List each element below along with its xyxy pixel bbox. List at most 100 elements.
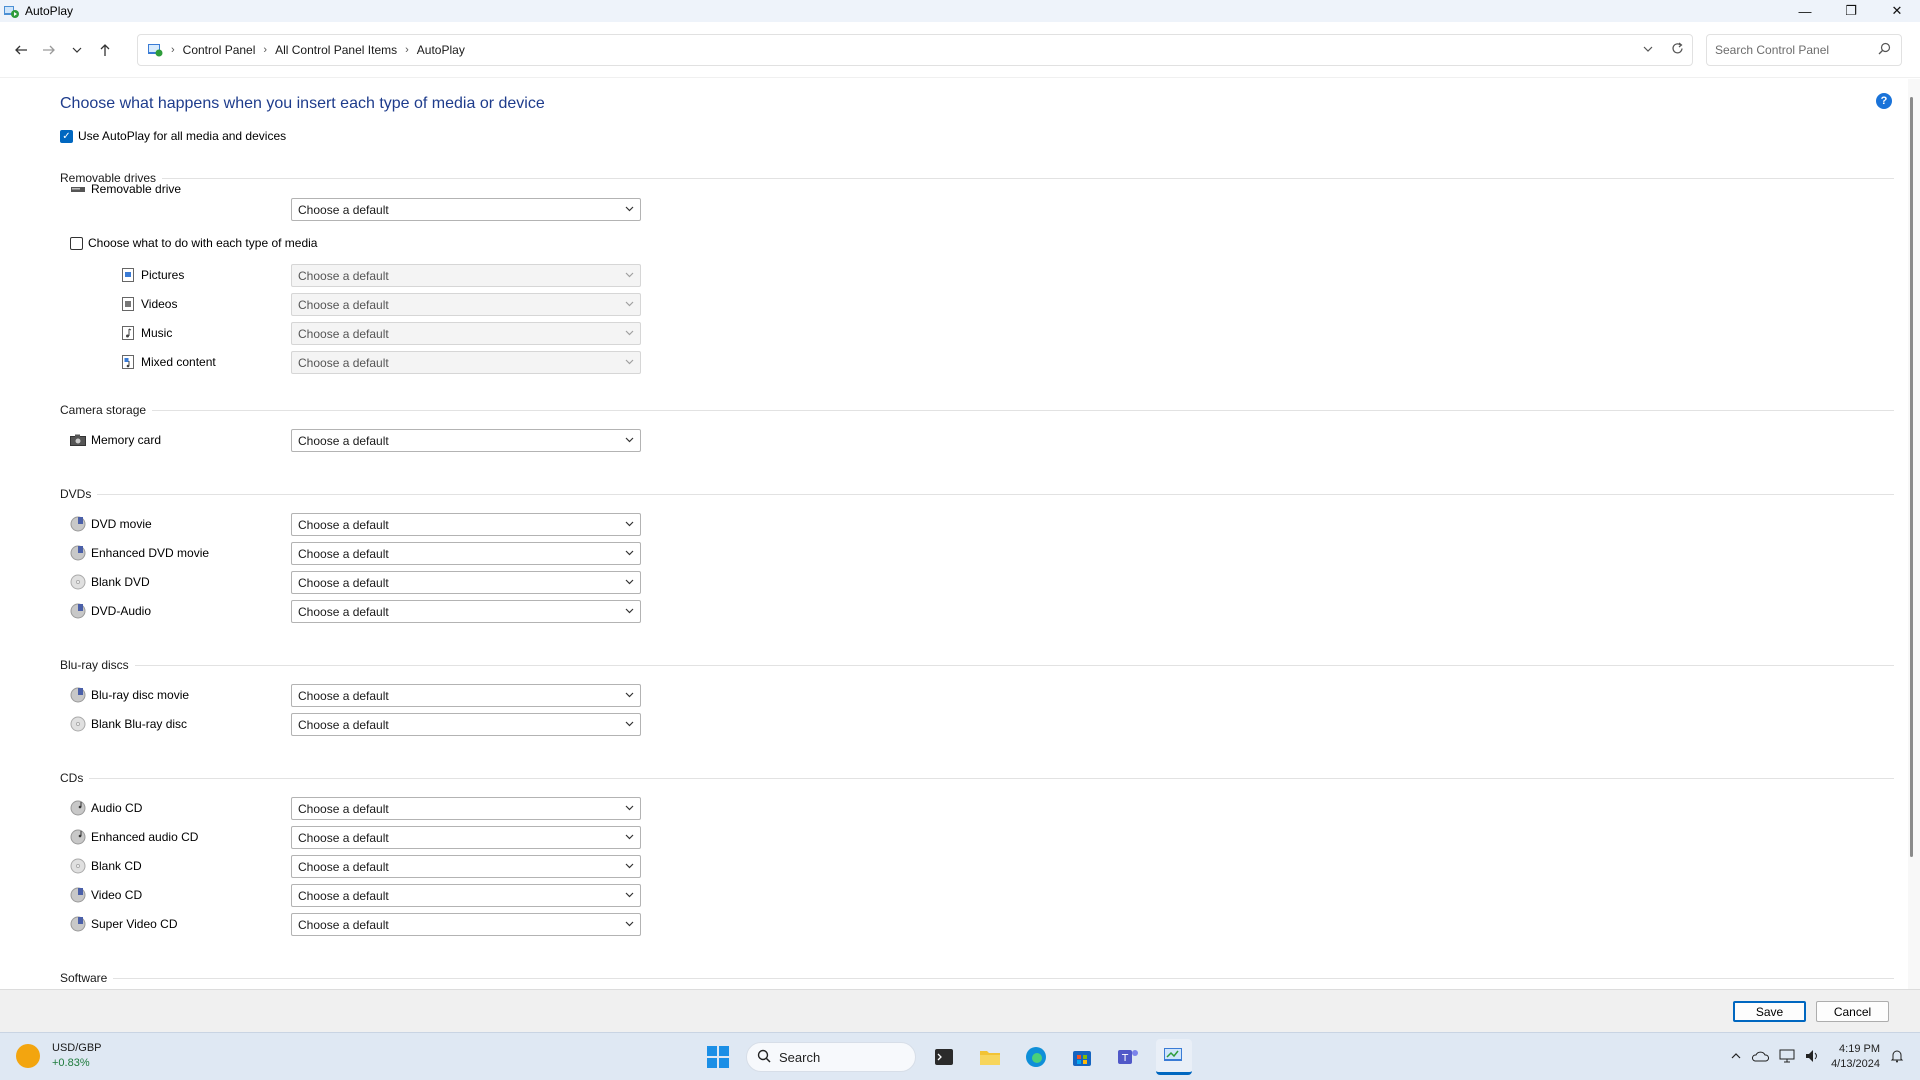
- row-dvd-audio: DVD-Audio: [70, 600, 151, 622]
- page-title: Choose what happens when you insert each…: [60, 95, 545, 112]
- scrollbar-thumb[interactable]: [1910, 97, 1913, 857]
- up-arrow-icon[interactable]: [91, 36, 119, 64]
- section-camera-storage: Camera storage: [60, 403, 1894, 417]
- dvd-movie-disc-icon: [70, 516, 86, 532]
- svg-text:T: T: [1121, 1053, 1129, 1064]
- volume-icon[interactable]: [1805, 1049, 1821, 1066]
- blank-dvd-select[interactable]: Choose a default: [291, 571, 641, 594]
- section-removable-drives: Removable drives: [60, 171, 1894, 185]
- tray-chevron-up-icon[interactable]: [1731, 1051, 1741, 1063]
- currency-widget-icon: [16, 1044, 40, 1068]
- taskbar-apps: Search T: [700, 1039, 1192, 1075]
- refresh-icon[interactable]: [1671, 42, 1684, 58]
- camera-icon: [70, 432, 86, 448]
- media-type-toggle-row[interactable]: Choose what to do with each type of medi…: [70, 236, 317, 250]
- network-icon[interactable]: [1779, 1049, 1795, 1066]
- row-blank-cd: Blank CD: [70, 855, 142, 877]
- address-bar[interactable]: › Control Panel › All Control Panel Item…: [137, 34, 1693, 66]
- row-removable-drive: Removable drive: [70, 178, 181, 200]
- section-dvds: DVDs: [60, 487, 1894, 501]
- chevron-down-icon: [622, 888, 636, 902]
- control-panel-taskbar-icon[interactable]: [1156, 1039, 1192, 1075]
- use-autoplay-checkbox[interactable]: ✓: [60, 129, 73, 143]
- forward-arrow-icon[interactable]: [35, 36, 63, 64]
- maximize-button[interactable]: ❐: [1828, 0, 1874, 22]
- chevron-down-icon: [622, 801, 636, 815]
- media-type-checkbox[interactable]: [70, 236, 83, 250]
- store-app-icon[interactable]: [1064, 1039, 1100, 1075]
- bluray-movie-select[interactable]: Choose a default: [291, 684, 641, 707]
- use-autoplay-label: Use AutoPlay for all media and devices: [78, 129, 287, 143]
- chevron-down-icon: [622, 546, 636, 560]
- removable-drive-select[interactable]: Choose a default: [291, 198, 641, 221]
- search-input[interactable]: [1715, 43, 1865, 57]
- main-content: Choose what happens when you insert each…: [0, 79, 1920, 989]
- back-arrow-icon[interactable]: [7, 36, 35, 64]
- minimize-button[interactable]: —: [1782, 0, 1828, 22]
- audio-cd-select[interactable]: Choose a default: [291, 797, 641, 820]
- chevron-down-icon: [622, 688, 636, 702]
- section-cds: CDs: [60, 771, 1894, 785]
- file-explorer-icon[interactable]: [972, 1039, 1008, 1075]
- row-music: Music: [120, 322, 172, 344]
- row-bluray-movie: Blu-ray disc movie: [70, 684, 189, 706]
- chevron-down-icon: [622, 717, 636, 731]
- taskbar-search[interactable]: Search: [746, 1042, 916, 1072]
- row-videos: Videos: [120, 293, 177, 315]
- dvd-movie-select[interactable]: Choose a default: [291, 513, 641, 536]
- system-tray: 4:19 PM 4/13/2024: [1731, 1039, 1904, 1075]
- chevron-down-icon: [622, 830, 636, 844]
- chevron-down-icon: [622, 575, 636, 589]
- search-box[interactable]: [1706, 34, 1902, 66]
- chevron-down-icon: [622, 202, 636, 216]
- widget-title: USD/GBP: [52, 1042, 102, 1054]
- clock-time: 4:19 PM: [1839, 1043, 1880, 1055]
- windows-start-icon[interactable]: [700, 1039, 736, 1075]
- chevron-right-icon[interactable]: ›: [405, 44, 409, 56]
- onedrive-icon[interactable]: [1751, 1050, 1770, 1065]
- memory-card-select[interactable]: Choose a default: [291, 429, 641, 452]
- row-audio-cd: Audio CD: [70, 797, 142, 819]
- video-cd-select[interactable]: Choose a default: [291, 884, 641, 907]
- terminal-app-icon[interactable]: [926, 1039, 962, 1075]
- pictures-select[interactable]: Choose a default: [291, 264, 641, 287]
- control-panel-icon: [147, 42, 163, 58]
- vertical-scrollbar[interactable]: [1908, 79, 1920, 989]
- window-title: AutoPlay: [25, 4, 74, 18]
- close-button[interactable]: ✕: [1874, 0, 1920, 22]
- edge-browser-icon[interactable]: [1018, 1039, 1054, 1075]
- teams-app-icon[interactable]: T: [1110, 1039, 1146, 1075]
- blank-cd-select[interactable]: Choose a default: [291, 855, 641, 878]
- recent-locations-chevron-icon[interactable]: [63, 36, 91, 64]
- notification-bell-icon[interactable]: [1890, 1049, 1904, 1066]
- use-autoplay-row[interactable]: ✓ Use AutoPlay for all media and devices: [60, 129, 286, 143]
- blank-bluray-disc-icon: [70, 716, 86, 732]
- address-history-chevron-icon[interactable]: [1643, 43, 1653, 57]
- breadcrumb-control-panel[interactable]: Control Panel: [183, 43, 256, 57]
- breadcrumb-autoplay[interactable]: AutoPlay: [417, 43, 465, 57]
- chevron-right-icon[interactable]: ›: [263, 44, 267, 56]
- title-bar: AutoPlay — ❐ ✕: [0, 0, 1920, 22]
- row-pictures: Pictures: [120, 264, 184, 286]
- help-icon[interactable]: ?: [1876, 93, 1892, 109]
- cancel-button[interactable]: Cancel: [1816, 1001, 1889, 1022]
- dvd-audio-disc-icon: [70, 603, 86, 619]
- system-clock[interactable]: 4:19 PM 4/13/2024: [1831, 1042, 1880, 1072]
- action-bar: Save Cancel: [0, 989, 1920, 1032]
- enhanced-dvd-disc-icon: [70, 545, 86, 561]
- save-button[interactable]: Save: [1733, 1001, 1806, 1022]
- dvd-audio-select[interactable]: Choose a default: [291, 600, 641, 623]
- blank-bluray-select[interactable]: Choose a default: [291, 713, 641, 736]
- super-video-cd-disc-icon: [70, 916, 86, 932]
- mixed-content-select[interactable]: Choose a default: [291, 351, 641, 374]
- super-video-cd-select[interactable]: Choose a default: [291, 913, 641, 936]
- weather-widget[interactable]: USD/GBP +0.83%: [16, 1041, 102, 1071]
- breadcrumb-all-items[interactable]: All Control Panel Items: [275, 43, 397, 57]
- videos-select[interactable]: Choose a default: [291, 293, 641, 316]
- enhanced-dvd-movie-select[interactable]: Choose a default: [291, 542, 641, 565]
- chevron-down-icon: [622, 355, 636, 369]
- search-icon[interactable]: [1878, 42, 1891, 58]
- music-select[interactable]: Choose a default: [291, 322, 641, 345]
- enhanced-audio-cd-select[interactable]: Choose a default: [291, 826, 641, 849]
- taskbar: USD/GBP +0.83% Search T 4:19 PM 4/13/202…: [0, 1032, 1920, 1080]
